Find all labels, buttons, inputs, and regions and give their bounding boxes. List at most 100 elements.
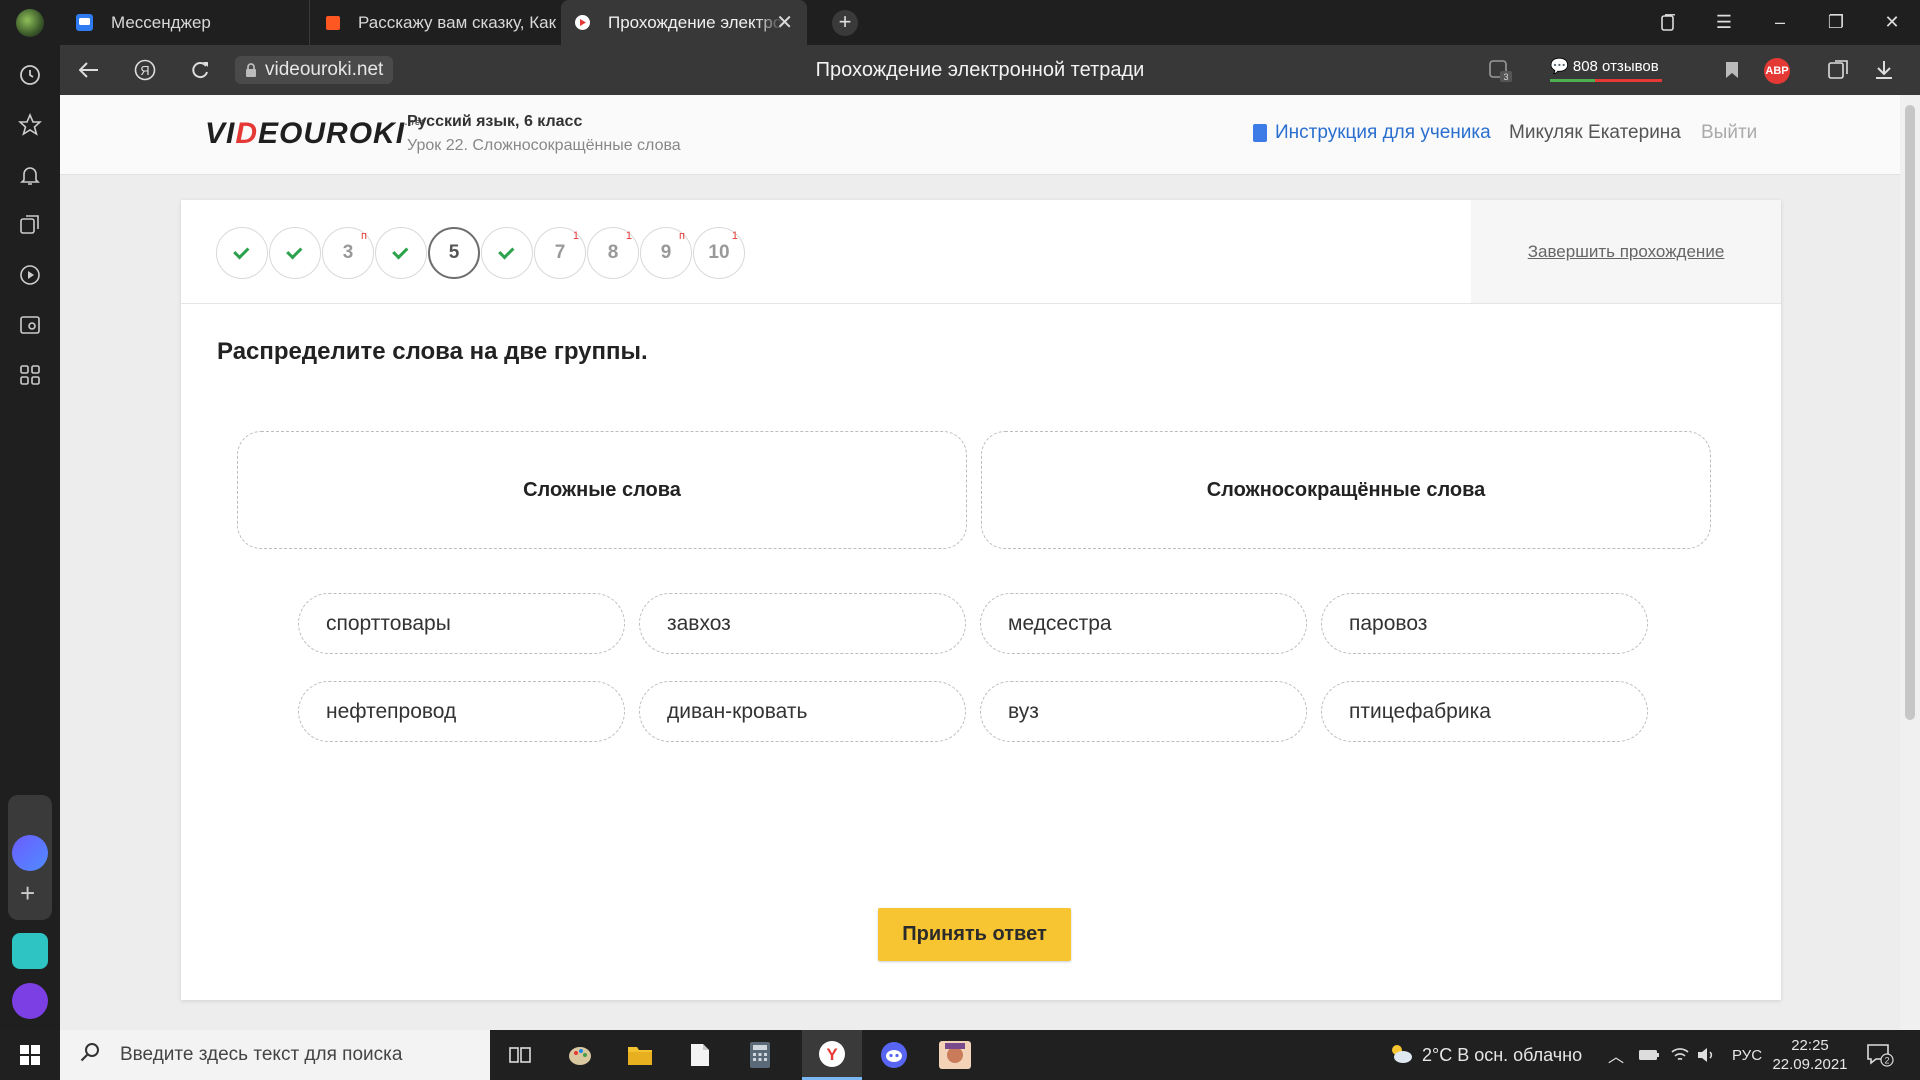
hamburger-menu-icon[interactable]: ☰: [1696, 0, 1752, 45]
video-play-icon[interactable]: [0, 255, 60, 295]
step-1[interactable]: [216, 227, 268, 279]
instructions-link[interactable]: Инструкция для ученика: [1253, 122, 1491, 144]
collections-sidebar-icon[interactable]: [0, 205, 60, 245]
drop-zone-complex-words[interactable]: Сложные слова: [237, 431, 967, 549]
star-icon[interactable]: [0, 105, 60, 145]
step-number: 3: [342, 242, 354, 263]
videouroki-play-icon: [575, 15, 590, 30]
browser-sidebar: +: [0, 45, 60, 1030]
send-app-icon[interactable]: [12, 933, 48, 969]
browser-profile-avatar[interactable]: [10, 8, 50, 38]
svg-text:2: 2: [1884, 1056, 1889, 1066]
bookmark-icon[interactable]: [1712, 45, 1752, 95]
game-app-icon[interactable]: [925, 1030, 985, 1080]
word-chip[interactable]: медсестра: [980, 593, 1307, 654]
paint-icon[interactable]: [550, 1030, 610, 1080]
notebook-card: 3п 5 71 81 9п 10 1 Завершить прохождение …: [181, 200, 1781, 1000]
orange-square-icon: [326, 15, 340, 30]
calculator-icon[interactable]: [730, 1030, 790, 1080]
windows-start-icon[interactable]: [0, 1030, 60, 1080]
tab-label: Мессенджер: [111, 12, 211, 32]
finish-link[interactable]: Завершить прохождение: [1471, 242, 1781, 262]
step-9[interactable]: 9п: [640, 227, 692, 279]
clock-time: 22:25: [1791, 1037, 1829, 1054]
page-scrollbar[interactable]: [1900, 95, 1920, 1030]
step-2[interactable]: [269, 227, 321, 279]
word-chip[interactable]: завхоз: [639, 593, 966, 654]
new-tab-button[interactable]: +: [832, 10, 858, 36]
step-6[interactable]: [481, 227, 533, 279]
bell-icon[interactable]: [0, 155, 60, 195]
scrollbar-thumb[interactable]: [1905, 105, 1915, 720]
screenshot-icon[interactable]: [0, 305, 60, 345]
checkmark-icon: [498, 242, 515, 260]
speaker-icon[interactable]: [1696, 1030, 1716, 1080]
word-chip[interactable]: вуз: [980, 681, 1307, 742]
history-icon[interactable]: [0, 55, 60, 95]
partly-cloudy-icon: [1388, 1042, 1414, 1069]
svg-text:3: 3: [1503, 72, 1508, 82]
step-mark: 1: [572, 230, 579, 242]
file-explorer-icon[interactable]: [610, 1030, 670, 1080]
tab-active-notebook[interactable]: Прохождение электронной тетради ✕: [561, 0, 807, 45]
minimize-icon[interactable]: –: [1752, 0, 1808, 45]
task-view-icon[interactable]: [490, 1030, 550, 1080]
clock[interactable]: 22:25 22.09.2021: [1770, 1036, 1850, 1074]
add-panel-icon[interactable]: +: [20, 880, 35, 906]
browser-tab-strip: Мессенджер Расскажу вам сказку, Как Прох…: [0, 0, 1920, 45]
restore-icon[interactable]: ❐: [1808, 0, 1864, 45]
submit-answer-button[interactable]: Принять ответ: [878, 908, 1071, 961]
word-chip[interactable]: спорттовары: [298, 593, 625, 654]
collections-icon[interactable]: [1818, 45, 1858, 95]
close-tab-icon[interactable]: ✕: [776, 10, 793, 35]
step-number: 5: [448, 242, 460, 263]
battery-icon[interactable]: [1638, 1030, 1660, 1080]
drop-zone-compound-abbreviations[interactable]: Сложносокращённые слова: [981, 431, 1711, 549]
discord-icon[interactable]: [864, 1030, 924, 1080]
download-icon[interactable]: [1864, 45, 1904, 95]
rating-bar: [1550, 79, 1662, 82]
tab-story[interactable]: Расскажу вам сказку, Как: [310, 0, 560, 45]
close-window-icon[interactable]: ✕: [1864, 0, 1920, 45]
alice-assistant-icon[interactable]: [12, 983, 48, 1019]
language-indicator[interactable]: РУС: [1732, 1030, 1762, 1080]
adblock-icon[interactable]: ABP: [1764, 58, 1790, 84]
wifi-icon[interactable]: [1670, 1030, 1690, 1080]
tabs-menu-icon[interactable]: [1640, 0, 1696, 45]
question-text: Распределите слова на две группы.: [217, 338, 648, 365]
tab-messenger[interactable]: Мессенджер: [60, 0, 310, 45]
step-8[interactable]: 81: [587, 227, 639, 279]
videouroki-logo[interactable]: VIDEOUROKI.net: [205, 117, 425, 151]
address-bar: Я videouroki.net Прохождение электронной…: [60, 45, 1920, 95]
logout-link[interactable]: Выйти: [1701, 122, 1757, 144]
notifications-icon[interactable]: 2: [1866, 1030, 1894, 1080]
messenger-app-icon[interactable]: [12, 835, 48, 871]
sidebar-panel-group: +: [8, 795, 52, 920]
user-name[interactable]: Микуляк Екатерина: [1509, 122, 1681, 144]
extension-icon[interactable]: 3: [1480, 45, 1520, 95]
reviews-counter[interactable]: 💬 808 отзывов: [1550, 57, 1662, 82]
logo-part: D: [235, 117, 259, 150]
word-chip[interactable]: птицефабрика: [1321, 681, 1648, 742]
weather-text: 2°C В осн. облачно: [1422, 1044, 1583, 1065]
clock-date: 22.09.2021: [1772, 1056, 1848, 1073]
yandex-browser-icon[interactable]: Y: [802, 1030, 862, 1080]
checkmark-icon: [233, 242, 250, 260]
step-4[interactable]: [375, 227, 427, 279]
step-10[interactable]: 10 1: [693, 227, 745, 279]
step-7[interactable]: 71: [534, 227, 586, 279]
search-icon: [60, 1042, 120, 1068]
word-chip[interactable]: диван-кровать: [639, 681, 966, 742]
tray-overflow-icon[interactable]: ︿: [1608, 1030, 1624, 1080]
step-number: 10: [708, 242, 730, 263]
step-3[interactable]: 3п: [322, 227, 374, 279]
word-chip[interactable]: паровоз: [1321, 593, 1648, 654]
checkmark-icon: [286, 242, 303, 260]
step-5-current[interactable]: 5: [428, 227, 480, 279]
group-label: Сложные слова: [523, 478, 681, 501]
word-chip[interactable]: нефтепровод: [298, 681, 625, 742]
notepad-icon[interactable]: [670, 1030, 730, 1080]
apps-grid-icon[interactable]: [0, 355, 60, 395]
weather-widget[interactable]: 2°C В осн. облачно: [1388, 1030, 1582, 1080]
taskbar-search[interactable]: Введите здесь текст для поиска: [60, 1030, 490, 1080]
